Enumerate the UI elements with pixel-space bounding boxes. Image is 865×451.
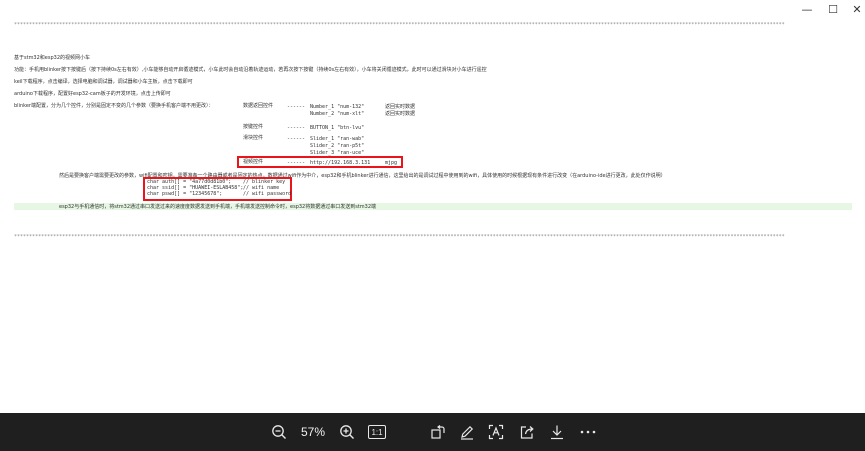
component-label-video: 视频控件 xyxy=(243,159,264,165)
component-value: Slider_1 "ran-wab" xyxy=(310,136,365,142)
actual-size-icon: 1:1 xyxy=(368,425,386,439)
keil-instructions: keil下载程序，点击编译，选择电脑和调试器，调试器和小车主板，点击下载即可 xyxy=(14,79,193,85)
component-label-slider: 滑块控件 xyxy=(243,135,264,141)
component-note: 返回实时数据 xyxy=(385,111,416,117)
component-note: mjpg xyxy=(385,160,398,166)
component-value: Number_2 "num-xlt" xyxy=(310,111,365,117)
component-dash: ------ xyxy=(287,104,306,110)
zoom-out-icon xyxy=(272,425,286,439)
actual-size-button[interactable]: 1:1 xyxy=(367,424,387,440)
bottom-rule: ****************************************… xyxy=(14,234,785,240)
text-select-icon xyxy=(488,424,504,440)
function-description: 功能：手机用blinker按下按键后（按下持续0s左右有效）,小车能够自动开启循… xyxy=(14,67,487,73)
download-button[interactable] xyxy=(548,424,566,440)
communication-description: esp32与手机通信时，将stm32通过串口发送过来的速度度数据发送到手机端，手… xyxy=(59,204,377,210)
share-icon xyxy=(520,426,534,439)
minimize-button[interactable]: — xyxy=(795,2,819,16)
component-value: Number_1 "num-132" xyxy=(310,104,365,110)
blinker-config-intro: blinker端配置，分为几个控件，分别是固定不变的几个参数（要换手机客户端不用… xyxy=(14,103,214,109)
share-button[interactable] xyxy=(518,424,536,440)
title-bar: — ☐ ✕ xyxy=(0,0,865,18)
viewer-toolbar: 57% 1:1 xyxy=(0,413,865,451)
zoom-in-button[interactable] xyxy=(338,424,356,440)
component-value: BUTTON_1 "btn-lvu" xyxy=(310,125,365,131)
more-options-button[interactable] xyxy=(578,424,598,440)
component-dash: ------ xyxy=(287,136,306,142)
close-button[interactable]: ✕ xyxy=(845,2,865,16)
component-dash: ------ xyxy=(287,125,306,131)
document-title: 基于stm32和esp32的视频网小车 xyxy=(14,55,91,61)
zoom-out-button[interactable] xyxy=(270,424,288,440)
code-line: char pswd[] = "12345678"; xyxy=(147,191,223,197)
rotate-icon xyxy=(431,425,445,439)
pencil-icon xyxy=(461,425,474,440)
component-note: 返回实时数据 xyxy=(385,104,416,110)
top-rule: ****************************************… xyxy=(14,22,785,28)
maximize-button[interactable]: ☐ xyxy=(821,2,845,16)
component-dash: ------ xyxy=(287,160,306,166)
component-label-button: 按键控件 xyxy=(243,124,264,130)
more-icon xyxy=(580,430,596,434)
video-stream-url: http://192.168.3.131 xyxy=(310,160,371,166)
component-value: Slider_2 "ran-p5t" xyxy=(310,143,365,149)
arduino-instructions: arduino下载程序，配置好esp32-cam板子的开发环境，点击上传即可 xyxy=(14,91,171,97)
zoom-level[interactable]: 57% xyxy=(301,424,325,440)
component-label-data: 数据返回控件 xyxy=(243,103,274,109)
edit-button[interactable] xyxy=(458,424,476,440)
rotate-button[interactable] xyxy=(429,424,447,440)
text-select-button[interactable] xyxy=(487,424,505,440)
download-icon xyxy=(551,425,563,440)
document-view[interactable]: ****************************************… xyxy=(0,18,865,413)
code-comment: // wifi password xyxy=(243,191,292,197)
zoom-in-icon xyxy=(340,425,354,439)
